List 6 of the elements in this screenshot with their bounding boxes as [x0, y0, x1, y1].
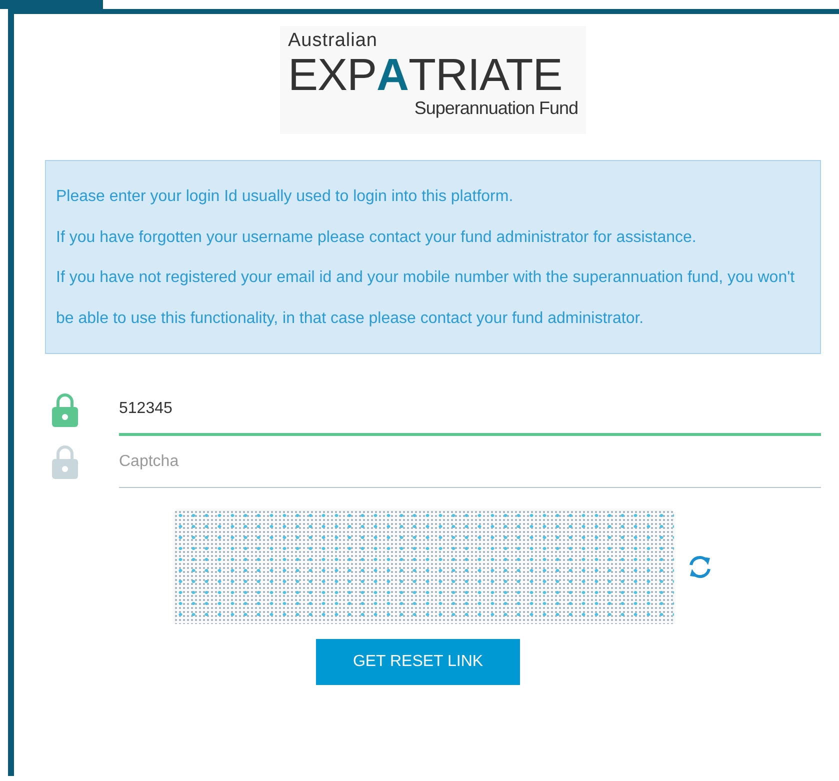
logo: Australian EXPATRIATE Superannuation Fund: [280, 26, 586, 134]
input-field[interactable]: Captcha: [119, 436, 821, 488]
info-text: Please enter your login Id usually used to login into this platform.: [56, 187, 514, 207]
info-text: If you have not registered your email id and your mobile number with the superannuation fund, you won't be able to use this functionality, in that case please contact your fund administrator.: [56, 268, 796, 328]
info-text: If you have forgotten your username please contact your fund administrator for assistance.: [56, 228, 698, 248]
input-field[interactable]: 512345: [119, 384, 821, 436]
